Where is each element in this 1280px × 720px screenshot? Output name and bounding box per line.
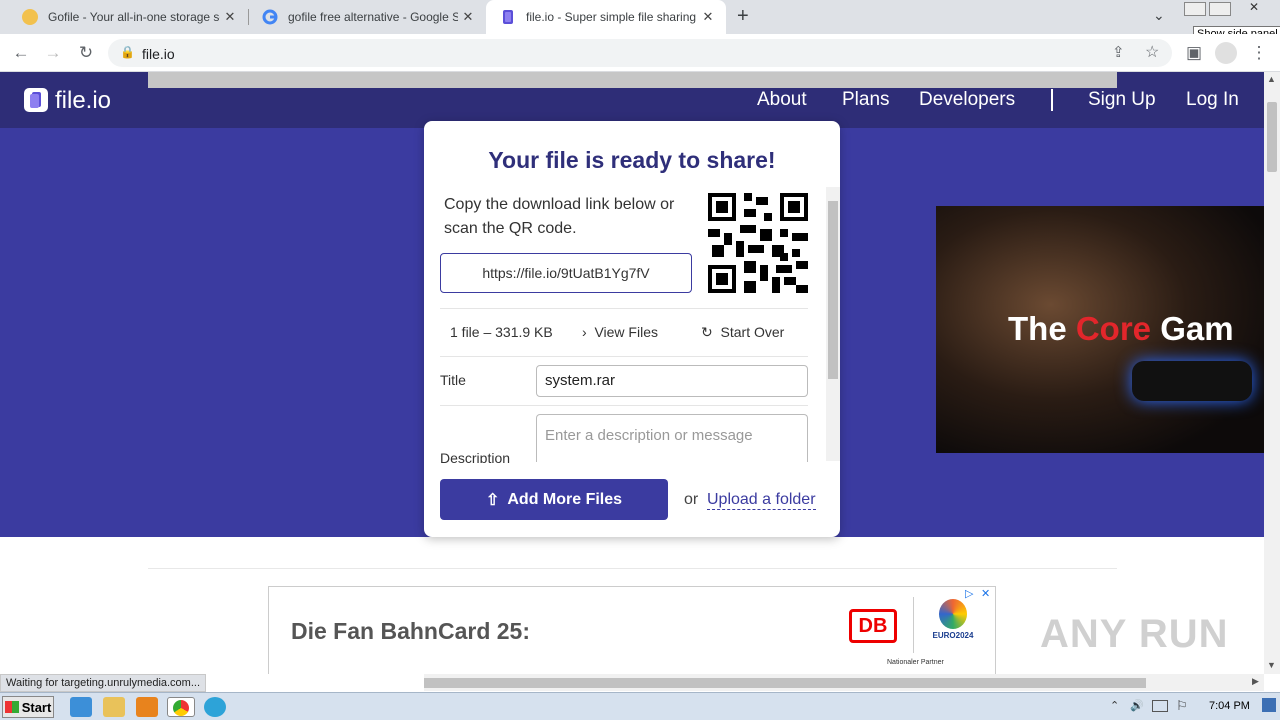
upload-icon: ⇧ <box>485 491 500 509</box>
show-desktop-icon[interactable] <box>1262 698 1276 712</box>
explorer-folder-icon[interactable] <box>103 697 125 717</box>
reload-icon[interactable]: ↻ <box>75 42 97 64</box>
download-link-field[interactable]: https://file.io/9tUatB1Yg7fV <box>440 253 692 293</box>
chevron-right-icon: › <box>582 324 595 340</box>
nav-plans[interactable]: Plans <box>842 89 890 111</box>
close-window-button[interactable]: ✕ <box>1234 0 1274 16</box>
side-ad-text: The Core Gam <box>1008 310 1234 347</box>
view-files-link[interactable]: › View Files <box>582 324 658 340</box>
back-arrow-icon[interactable]: ← <box>10 42 32 64</box>
address-bar[interactable]: 🔒 file.io ⇪ ☆ <box>108 39 1172 67</box>
add-more-files-button[interactable]: ⇧ Add More Files <box>440 479 668 520</box>
qr-code-icon <box>708 193 808 293</box>
euro2024-logo-icon: EURO2024 <box>929 599 977 640</box>
start-over-link[interactable]: ↻ Start Over <box>701 324 784 341</box>
bookmark-star-icon[interactable]: ☆ <box>1145 42 1159 62</box>
media-player-icon[interactable] <box>136 697 158 717</box>
taskbar: Start ⌃ 🔊 ⚐ 7:04 PM <box>0 692 1280 720</box>
nav-developers[interactable]: Developers <box>919 89 1015 111</box>
close-tab-icon[interactable]: ✕ <box>458 9 478 25</box>
google-favicon-icon <box>262 9 278 25</box>
file-info: 1 file – 331.9 KB <box>450 324 553 340</box>
share-icon[interactable]: ⇪ <box>1112 43 1125 61</box>
nav-signup[interactable]: Sign Up <box>1088 89 1156 111</box>
speaker-icon[interactable]: 🔊 <box>1130 699 1144 712</box>
card-scrollbar[interactable] <box>826 187 840 461</box>
tab-google[interactable]: gofile free alternative - Google Such ✕ <box>248 0 486 34</box>
restore-button[interactable] <box>1209 2 1231 16</box>
close-tab-icon[interactable]: ✕ <box>220 9 240 25</box>
web-page: file.io About Plans Developers Sign Up L… <box>0 72 1264 674</box>
nav-login[interactable]: Log In <box>1186 89 1239 111</box>
banner-partner-text: Nationaler Partner <box>887 659 944 666</box>
refresh-icon: ↻ <box>701 324 721 340</box>
ad-strip <box>148 72 1117 88</box>
menu-kebab-icon[interactable]: ⋮ <box>1248 42 1270 64</box>
gofile-favicon-icon <box>22 9 38 25</box>
db-logo-icon: DB <box>849 609 897 643</box>
minimize-button[interactable] <box>1184 2 1206 16</box>
tab-title: Gofile - Your all-in-one storage soluti <box>48 10 220 24</box>
description-input[interactable]: Enter a description or message <box>536 414 808 462</box>
content-divider <box>148 568 1117 569</box>
tab-gofile[interactable]: Gofile - Your all-in-one storage soluti … <box>8 0 248 34</box>
share-card: Your file is ready to share! Copy the do… <box>424 121 840 537</box>
flag-icon[interactable]: ⚐ <box>1176 698 1188 714</box>
banner-ad[interactable]: Die Fan BahnCard 25: DB EURO2024 Nationa… <box>268 586 996 674</box>
tab-search-icon[interactable]: ⌄ <box>1153 7 1165 24</box>
nav-divider <box>1051 89 1053 111</box>
copy-instructions: Copy the download link below or scan the… <box>444 196 675 237</box>
tab-strip: Gofile - Your all-in-one storage soluti … <box>0 0 1280 34</box>
close-ad-icon[interactable]: ✕ <box>981 587 990 600</box>
edge-icon[interactable] <box>204 697 226 717</box>
side-panel-icon[interactable]: ▣ <box>1183 42 1205 64</box>
gamepad-icon <box>1132 361 1252 401</box>
watermark-logo: ANY RUN <box>1040 612 1229 656</box>
tab-title: file.io - Super simple file sharing <box>526 10 697 24</box>
divider <box>440 356 808 357</box>
side-ad-image[interactable]: The Core Gam <box>936 206 1264 453</box>
scroll-down-icon[interactable]: ▼ <box>1267 660 1276 670</box>
horizontal-scrollbar[interactable]: ▶ <box>424 674 1264 691</box>
banner-divider <box>913 597 914 653</box>
scroll-right-icon[interactable]: ▶ <box>1252 676 1259 687</box>
windows-logo-icon <box>4 701 19 713</box>
scroll-up-icon[interactable]: ▲ <box>1267 74 1276 84</box>
browser-toolbar: ← → ↻ 🔒 file.io ⇪ ☆ ▣ ⋮ <box>0 34 1280 72</box>
lock-icon: 🔒 <box>120 45 135 59</box>
tab-title: gofile free alternative - Google Such <box>288 10 458 24</box>
scrollbar-thumb[interactable] <box>828 201 838 379</box>
fileio-logo-icon[interactable] <box>24 88 48 112</box>
ie-icon[interactable] <box>70 697 92 717</box>
title-label: Title <box>440 372 466 388</box>
forward-arrow-icon[interactable]: → <box>42 42 64 64</box>
or-text: or <box>684 491 699 508</box>
title-input[interactable]: system.rar <box>536 365 808 397</box>
card-heading: Your file is ready to share! <box>488 147 776 173</box>
divider <box>440 308 808 309</box>
status-bar: Waiting for targeting.unrulymedia.com... <box>0 674 207 692</box>
scrollbar-thumb[interactable] <box>424 678 1146 688</box>
page-scrollbar[interactable]: ▲ ▼ <box>1264 72 1280 674</box>
banner-ad-text: Die Fan BahnCard 25: <box>291 618 530 644</box>
chrome-icon[interactable] <box>167 697 195 717</box>
site-navbar: file.io About Plans Developers Sign Up L… <box>0 72 1264 128</box>
network-icon[interactable] <box>1152 700 1168 712</box>
new-tab-button[interactable]: + <box>737 5 749 28</box>
profile-avatar-icon[interactable] <box>1215 42 1237 64</box>
adchoices-icon[interactable]: ▷ <box>965 587 973 600</box>
clock: 7:04 PM <box>1209 700 1250 712</box>
nav-about[interactable]: About <box>757 89 807 111</box>
scroll-mask <box>424 463 824 473</box>
site-logo-text[interactable]: file.io <box>55 87 111 115</box>
start-button[interactable]: Start <box>2 696 54 718</box>
close-tab-icon[interactable]: ✕ <box>698 9 718 25</box>
upload-folder-link[interactable]: Upload a folder <box>707 491 816 510</box>
fileio-favicon-icon <box>500 9 516 25</box>
divider <box>440 405 808 406</box>
url-text: file.io <box>142 46 175 62</box>
scrollbar-thumb[interactable] <box>1267 102 1277 172</box>
tab-fileio[interactable]: file.io - Super simple file sharing ✕ <box>486 0 726 34</box>
tray-arrow-icon[interactable]: ⌃ <box>1110 699 1119 712</box>
